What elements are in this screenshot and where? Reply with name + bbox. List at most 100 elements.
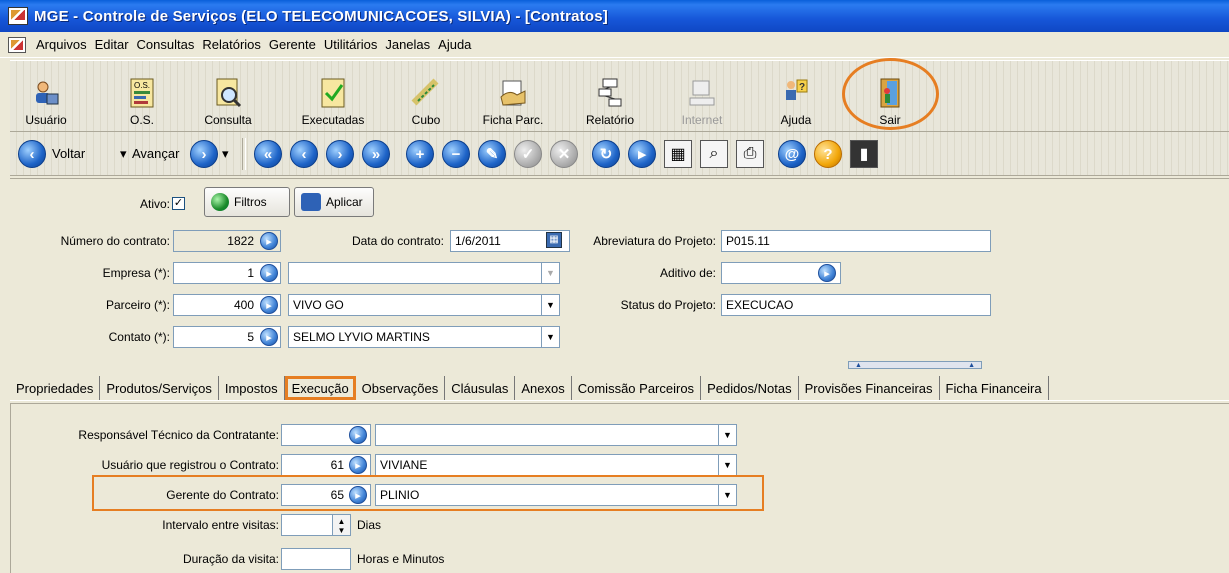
calendar-icon[interactable]: ▦ — [664, 140, 692, 168]
aplicar-button[interactable]: Aplicar — [294, 187, 374, 217]
usuario-button[interactable]: Usuário — [24, 65, 68, 127]
forward-menu-icon[interactable]: ▾ — [222, 146, 229, 162]
ficha-parc-button[interactable]: Ficha Parc. — [476, 65, 550, 127]
menu-arquivos[interactable]: Arquivos — [32, 37, 91, 52]
tab-anexos[interactable]: Anexos — [515, 376, 572, 400]
refresh-icon[interactable]: ↻ — [592, 140, 620, 168]
menu-relatorios[interactable]: Relatórios — [198, 37, 265, 52]
previous-record-icon[interactable]: ‹ — [290, 140, 318, 168]
aditivo-lookup-icon[interactable] — [818, 264, 836, 282]
tab-execucao[interactable]: Execução — [284, 376, 356, 400]
chevron-down-icon[interactable]: ▼ — [541, 327, 559, 347]
last-record-icon[interactable]: » — [362, 140, 390, 168]
ajuda-button[interactable]: ? Ajuda — [774, 65, 818, 127]
internet-button[interactable]: Internet — [676, 65, 728, 127]
numero-lookup-icon[interactable] — [260, 232, 278, 250]
duracao-field[interactable] — [281, 548, 351, 570]
contato-combo[interactable]: SELMO LYVIO MARTINS ▼ — [288, 326, 560, 348]
tab-propriedades[interactable]: Propriedades — [10, 376, 101, 400]
help-icon: ? — [780, 77, 812, 109]
search-icon[interactable]: ⌕ — [700, 140, 728, 168]
tab-provisoes-financeiras[interactable]: Provisões Financeiras — [799, 376, 940, 400]
back-label[interactable]: Voltar — [52, 146, 85, 161]
email-icon[interactable]: @ — [778, 140, 806, 168]
contato-lookup-icon[interactable] — [260, 328, 278, 346]
tab-pedidos-notas[interactable]: Pedidos/Notas — [701, 376, 799, 400]
filtros-button[interactable]: Filtros — [204, 187, 290, 217]
panel-splitter[interactable]: ▲ ▲ — [848, 361, 982, 369]
gerente-highlight — [92, 475, 764, 511]
splitter-up-icon: ▲ — [968, 361, 975, 369]
ativo-checkbox[interactable]: ✓ — [172, 197, 185, 210]
empresa-lookup-icon[interactable] — [260, 264, 278, 282]
main-toolbar: Usuário O.S. O.S. Consulta Executadas Cu… — [10, 60, 1229, 132]
cancel-icon[interactable]: ✕ — [550, 140, 578, 168]
tab-comissao-parceiros[interactable]: Comissão Parceiros — [572, 376, 702, 400]
partner-sheet-icon — [497, 77, 529, 109]
title-bar: MGE - Controle de Serviços (ELO TELECOMU… — [0, 0, 1229, 32]
confirm-icon[interactable]: ✓ — [514, 140, 542, 168]
menu-gerente[interactable]: Gerente — [265, 37, 320, 52]
responsavel-label: Responsável Técnico da Contratante: — [78, 428, 279, 442]
print-icon[interactable]: ⎙ — [736, 140, 764, 168]
tab-impostos[interactable]: Impostos — [219, 376, 285, 400]
parceiro-label: Parceiro (*): — [105, 298, 170, 312]
cubo-button[interactable]: Cubo — [406, 65, 446, 127]
first-record-icon[interactable]: « — [254, 140, 282, 168]
app-icon — [8, 7, 28, 25]
tab-ficha-financeira[interactable]: Ficha Financeira — [940, 376, 1049, 400]
menu-utilitarios[interactable]: Utilitários — [320, 37, 381, 52]
help-round-icon[interactable]: ? — [814, 140, 842, 168]
next-record-icon[interactable]: › — [326, 140, 354, 168]
separator — [242, 138, 246, 170]
os-button[interactable]: O.S. O.S. — [122, 65, 162, 127]
back-icon[interactable]: ‹ — [18, 140, 46, 168]
menu-ajuda[interactable]: Ajuda — [434, 37, 475, 52]
empresa-combo[interactable]: ▼ — [288, 262, 560, 284]
edit-record-icon[interactable]: ✎ — [478, 140, 506, 168]
forward-dropdown-icon[interactable]: ▾ — [120, 146, 127, 162]
empresa-label: Empresa (*): — [102, 266, 170, 280]
forward-icon[interactable]: › — [190, 140, 218, 168]
data-label: Data do contrato: — [351, 234, 444, 248]
consulta-button[interactable]: Consulta — [198, 65, 258, 127]
svg-text:O.S.: O.S. — [134, 81, 150, 90]
document-icon[interactable] — [8, 36, 26, 53]
relatorio-button[interactable]: Relatório — [582, 65, 638, 127]
status-field[interactable]: EXECUCAO — [721, 294, 991, 316]
delete-record-icon[interactable]: − — [442, 140, 470, 168]
tab-clausulas[interactable]: Cláusulas — [445, 376, 516, 400]
tab-produtos-servicos[interactable]: Produtos/Serviços — [100, 376, 219, 400]
lookup-icon[interactable]: ▸ — [628, 140, 656, 168]
menu-editar[interactable]: Editar — [91, 37, 133, 52]
intervalo-field[interactable]: ▲ ▼ — [281, 514, 351, 536]
responsavel-lookup-icon[interactable] — [349, 426, 367, 444]
exit-small-icon[interactable]: ▮ — [850, 140, 878, 168]
chevron-down-icon[interactable]: ▼ — [541, 295, 559, 315]
responsavel-combo[interactable]: ▼ — [375, 424, 737, 446]
aditivo-label: Aditivo de: — [659, 266, 716, 280]
spinner-icon[interactable]: ▲ ▼ — [332, 515, 350, 535]
chevron-down-icon[interactable]: ▼ — [718, 425, 736, 445]
chevron-down-icon[interactable]: ▼ — [541, 263, 559, 283]
usuario-lookup-icon[interactable] — [349, 456, 367, 474]
tab-observacoes[interactable]: Observações — [356, 376, 446, 400]
menu-janelas[interactable]: Janelas — [381, 37, 434, 52]
splitter-up-icon: ▲ — [855, 361, 862, 369]
os-icon: O.S. — [126, 77, 158, 109]
menu-consultas[interactable]: Consultas — [133, 37, 199, 52]
usuario-combo[interactable]: VIVIANE ▼ — [375, 454, 737, 476]
add-record-icon[interactable]: + — [406, 140, 434, 168]
parceiro-combo[interactable]: VIVO GO ▼ — [288, 294, 560, 316]
abreviatura-field[interactable]: P015.11 — [721, 230, 991, 252]
report-icon — [594, 77, 626, 109]
calendar-picker-icon[interactable]: ▦ — [546, 232, 562, 248]
contract-form: Ativo: ✓ Filtros Aplicar Número do contr… — [10, 178, 1229, 358]
tab-bar: Propriedades Produtos/Serviços Impostos … — [10, 371, 1229, 401]
duracao-unit: Horas e Minutos — [357, 552, 445, 566]
executadas-button[interactable]: Executadas — [298, 65, 368, 127]
query-icon — [212, 77, 244, 109]
chevron-down-icon[interactable]: ▼ — [718, 455, 736, 475]
forward-label[interactable]: Avançar — [132, 146, 179, 161]
parceiro-lookup-icon[interactable] — [260, 296, 278, 314]
